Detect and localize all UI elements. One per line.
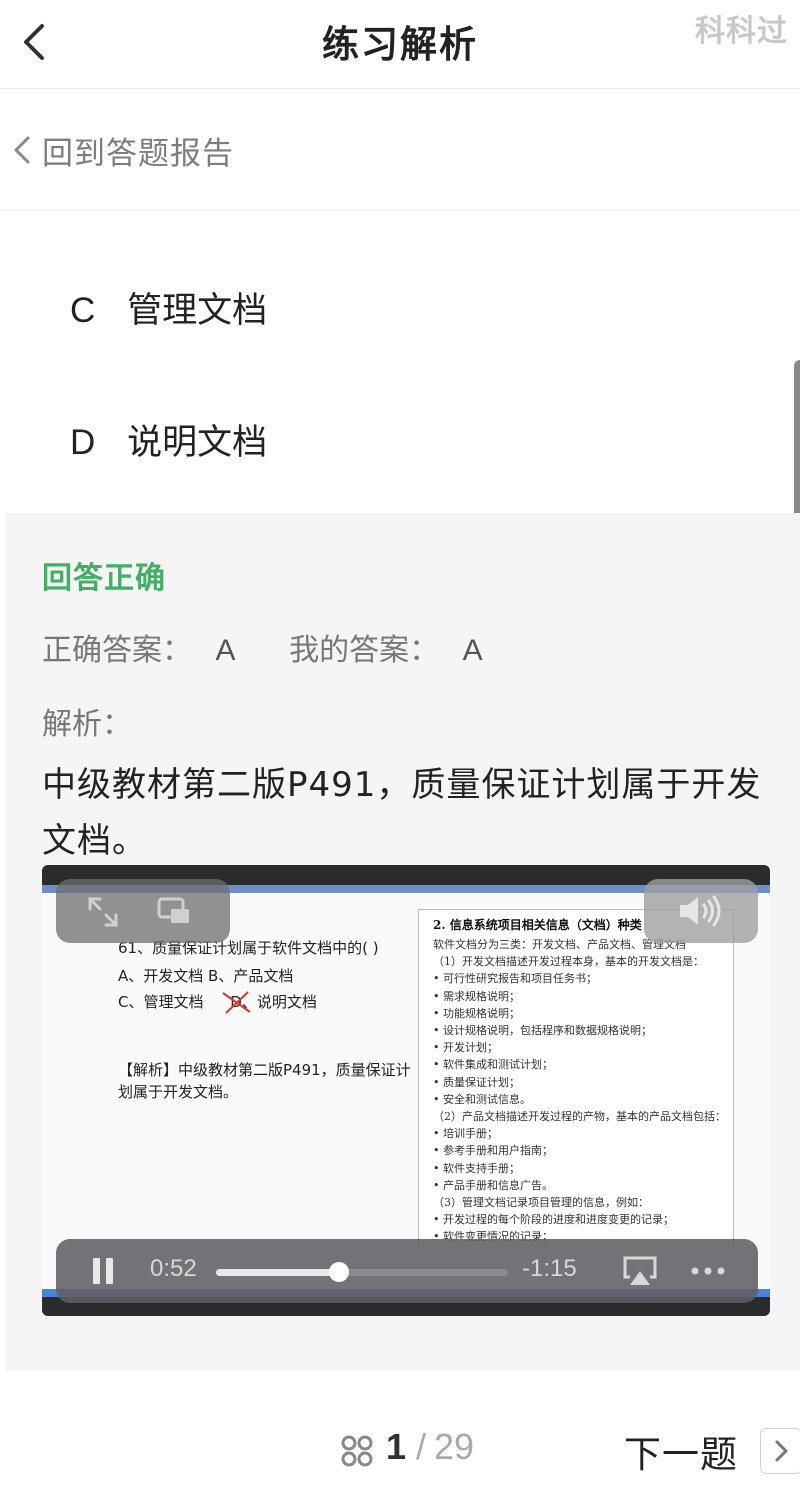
option-text: 说明文档 (127, 423, 268, 463)
next-question-button[interactable]: 下一题 (624, 1424, 738, 1478)
question-grid-icon[interactable] (340, 1434, 374, 1468)
doc-line: • 产品手册和信息广告。 (433, 1178, 553, 1192)
video-top-right-controls (644, 879, 758, 943)
correct-answer-label: 正确答案： (42, 633, 192, 668)
my-answer-value: A (462, 634, 483, 667)
doc-line: （2）产品文档描述开发过程的产物，基本的产品文档包括： (433, 1110, 726, 1123)
analysis-text: 中级教材第二版P491，质量保证计划属于开发文档。 (42, 765, 762, 861)
doc-line: • 需求规格说明； (433, 989, 520, 1003)
airplay-icon[interactable] (622, 1255, 658, 1287)
answer-analysis-panel: 回答正确 正确答案： A 我的答案： A 解析： 中级教材第二版P491，质量保… (6, 513, 800, 1371)
option-text: 管理文档 (127, 291, 268, 331)
doc-line: • 开发过程的每个阶段的进度和进度变更的记录； (433, 1213, 674, 1227)
progress-fill (216, 1269, 339, 1276)
answer-summary: 正确答案： A 我的答案： A (42, 625, 483, 669)
page-separator: / (416, 1426, 427, 1467)
video-top-left-controls (56, 879, 230, 943)
frame-document-panel: 2. 信息系统项目相关信息（文档）种类 软件文档分为三类：开发文档、产品文档、管… (418, 909, 734, 1250)
doc-line: • 质量保证计划； (433, 1075, 520, 1089)
total-pages: 29 (434, 1426, 475, 1467)
frame-option-c: C、管理文档 (118, 993, 204, 1011)
video-frame: 61、质量保证计划属于软件文档中的( ) A、开发文档 B、产品文档 C、管理文… (42, 885, 770, 1297)
divider (0, 210, 800, 211)
picture-in-picture-icon[interactable] (156, 895, 192, 929)
frame-options-ab: A、开发文档 B、产品文档 (118, 967, 294, 985)
current-time: 0:52 (150, 1255, 197, 1282)
back-to-report-label: 回到答题报告 (42, 136, 234, 172)
doc-line: • 设计规格说明，包括程序和数据规格说明； (433, 1024, 652, 1037)
fullscreen-icon[interactable] (86, 895, 120, 929)
result-status: 回答正确 (42, 561, 166, 596)
doc-line: • 可行性研究报告和项目任务书； (433, 972, 597, 986)
frame-options-cd: C、管理文档 D、说明文档 (118, 991, 317, 1012)
current-page: 1 (386, 1426, 407, 1467)
option-letter: D (70, 423, 96, 462)
chevron-right-icon (775, 1440, 788, 1462)
more-icon[interactable] (690, 1265, 726, 1277)
doc-line: （1）开发文档描述开发过程本身，基本的开发文档是： (433, 955, 704, 969)
next-arrow-button[interactable] (760, 1428, 800, 1474)
video-player[interactable]: 61、质量保证计划属于软件文档中的( ) A、开发文档 B、产品文档 C、管理文… (42, 865, 770, 1316)
my-answer-label: 我的答案： (289, 633, 440, 668)
doc-line: • 软件支持手册； (433, 1161, 520, 1175)
video-control-bar: 0:52 -1:15 (56, 1239, 758, 1303)
correct-answer-value: A (215, 634, 236, 667)
progress-track[interactable] (216, 1262, 508, 1282)
doc-line: • 安全和测试信息。 (433, 1092, 531, 1106)
bottom-bar: 1 / 29 下一题 (0, 1400, 800, 1495)
option-d[interactable]: D 说明文档 (70, 414, 267, 474)
doc-line: （3）管理文档记录项目管理的信息，例如： (433, 1196, 649, 1209)
page-title: 练习解析 (322, 23, 478, 66)
progress-knob[interactable] (328, 1262, 349, 1282)
volume-icon[interactable] (676, 893, 726, 929)
option-c[interactable]: C 管理文档 (70, 282, 267, 342)
frame-analysis: 【解析】中级教材第二版P491，质量保证计划属于开发文档。 (118, 1061, 411, 1101)
red-cross-mark-icon (222, 991, 251, 1014)
chevron-left-icon (14, 136, 30, 164)
analysis-label: 解析： (42, 707, 132, 742)
pause-icon[interactable] (92, 1257, 114, 1285)
nav-bar: 练习解析 科科过 (0, 0, 800, 89)
doc-title: 2. 信息系统项目相关信息（文档）种类 (433, 918, 642, 932)
watermark-logo: 科科过 (695, 14, 788, 49)
remaining-time: -1:15 (522, 1255, 577, 1282)
back-to-report-link[interactable]: 回到答题报告 (0, 100, 800, 200)
doc-line: • 开发计划； (433, 1041, 498, 1055)
option-letter: C (70, 291, 96, 330)
doc-line: • 功能规格说明； (433, 1006, 520, 1020)
doc-line: • 培训手册； (433, 1127, 498, 1141)
doc-line: • 参考手册和用户指南； (433, 1144, 553, 1158)
doc-line: • 软件集成和测试计划； (433, 1058, 553, 1072)
